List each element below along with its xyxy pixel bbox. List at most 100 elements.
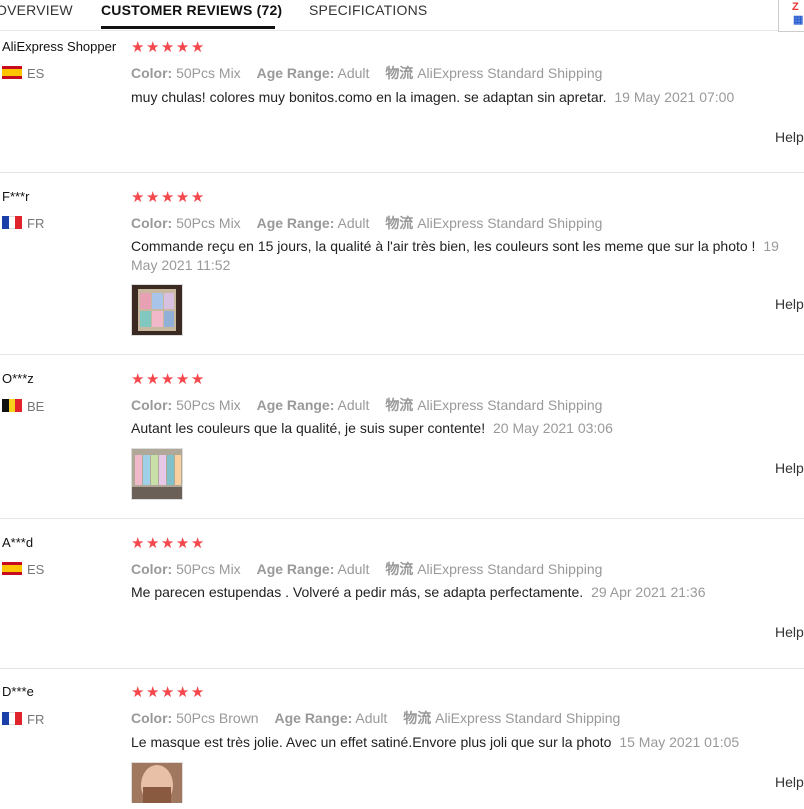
review-photo-image bbox=[132, 763, 182, 803]
star-icon: ★ bbox=[175, 371, 191, 388]
review-photo-thumbnail[interactable] bbox=[131, 762, 183, 803]
shipping-value: AliExpress Standard Shipping bbox=[417, 561, 603, 577]
active-tab-indicator bbox=[101, 26, 275, 29]
shipping-label: 物流 bbox=[403, 710, 432, 726]
star-icon: ★ bbox=[175, 39, 191, 56]
tab-specifications[interactable]: SPECIFICATIONS bbox=[309, 1, 427, 19]
review-body: muy chulas! colores muy bonitos.como en … bbox=[131, 88, 804, 107]
reviewer-country: ES bbox=[27, 562, 45, 577]
review-photo-image bbox=[138, 289, 176, 331]
star-icon: ★ bbox=[190, 535, 206, 552]
age-range-value: Adult bbox=[355, 710, 388, 726]
color-value: 50Pcs Brown bbox=[176, 710, 259, 726]
help-link[interactable]: Help bbox=[775, 460, 804, 476]
reviewer-country: FR bbox=[27, 712, 45, 727]
star-icon: ★ bbox=[160, 189, 176, 206]
shipping-value: AliExpress Standard Shipping bbox=[435, 710, 621, 726]
star-icon: ★ bbox=[160, 535, 176, 552]
star-icon: ★ bbox=[175, 189, 191, 206]
shipping-label: 物流 bbox=[385, 561, 414, 577]
color-value: 50Pcs Mix bbox=[176, 397, 241, 413]
star-icon: ★ bbox=[131, 189, 146, 206]
france-flag-icon bbox=[2, 216, 23, 229]
help-link[interactable]: Help bbox=[775, 129, 804, 145]
review-date: 15 May 2021 01:05 bbox=[619, 734, 740, 750]
star-rating: ★★★★★ bbox=[131, 372, 206, 388]
review-date: 20 May 2021 03:06 bbox=[493, 420, 613, 436]
review-item: A***d ES ★★★★★ Color: 50Pcs Mix Age Rang… bbox=[0, 519, 804, 669]
age-range-value: Adult bbox=[337, 215, 370, 231]
star-icon: ★ bbox=[190, 371, 206, 388]
tab-overview[interactable]: OVERVIEW bbox=[0, 1, 73, 19]
reviewer-name: A***d bbox=[2, 535, 34, 550]
color-label: Color: bbox=[131, 215, 173, 231]
color-label: Color: bbox=[131, 710, 173, 726]
star-icon: ★ bbox=[145, 535, 161, 552]
star-icon: ★ bbox=[131, 371, 146, 388]
star-rating: ★★★★★ bbox=[131, 40, 206, 56]
widget-icon-bottom: ▦ bbox=[793, 14, 804, 26]
age-range-label: Age Range: bbox=[256, 215, 335, 231]
review-photo-image bbox=[132, 449, 182, 499]
shipping-value: AliExpress Standard Shipping bbox=[417, 215, 603, 231]
star-icon: ★ bbox=[145, 39, 161, 56]
star-icon: ★ bbox=[145, 371, 161, 388]
spain-flag-icon bbox=[2, 66, 22, 79]
reviewer-name: D***e bbox=[2, 684, 34, 699]
star-icon: ★ bbox=[175, 684, 191, 701]
color-value: 50Pcs Mix bbox=[176, 215, 241, 231]
review-item: F***r FR ★★★★★ Color: 50Pcs Mix Age Rang… bbox=[0, 173, 804, 355]
review-text: Commande reçu en 15 jours, la qualité à … bbox=[131, 238, 756, 254]
reviewer-name: O***z bbox=[2, 371, 34, 386]
age-range-value: Adult bbox=[337, 561, 370, 577]
review-text: Le masque est très jolie. Avec un effet … bbox=[131, 734, 612, 750]
star-icon: ★ bbox=[175, 535, 191, 552]
age-range-value: Adult bbox=[337, 397, 370, 413]
star-icon: ★ bbox=[131, 684, 146, 701]
tab-customer-reviews[interactable]: CUSTOMER REVIEWS (72) bbox=[101, 1, 282, 19]
color-value: 50Pcs Mix bbox=[176, 561, 241, 577]
help-link[interactable]: Help bbox=[775, 624, 804, 640]
review-text: Me parecen estupendas . Volveré a pedir … bbox=[131, 584, 584, 600]
review-text: muy chulas! colores muy bonitos.como en … bbox=[131, 89, 607, 105]
review-item: D***e FR ★★★★★ Color: 50Pcs Brown Age Ra… bbox=[0, 669, 804, 809]
review-attributes: Color: 50Pcs Mix Age Range: Adult 物流 Ali… bbox=[131, 213, 602, 233]
star-icon: ★ bbox=[190, 39, 206, 56]
belgium-flag-icon bbox=[2, 399, 23, 412]
reviewer-country: BE bbox=[27, 399, 45, 414]
review-body: Autant les couleurs que la qualité, je s… bbox=[131, 419, 804, 438]
review-attributes: Color: 50Pcs Brown Age Range: Adult 物流 A… bbox=[131, 708, 620, 728]
review-date: 29 Apr 2021 21:36 bbox=[591, 584, 706, 600]
review-attributes: Color: 50Pcs Mix Age Range: Adult 物流 Ali… bbox=[131, 395, 602, 415]
star-icon: ★ bbox=[145, 684, 161, 701]
reviewer-name: AliExpress Shopper bbox=[2, 39, 117, 54]
review-attributes: Color: 50Pcs Mix Age Range: Adult 物流 Ali… bbox=[131, 559, 602, 579]
star-icon: ★ bbox=[160, 39, 176, 56]
review-text: Autant les couleurs que la qualité, je s… bbox=[131, 420, 486, 436]
help-link[interactable]: Help bbox=[775, 296, 804, 312]
reviewer-country: FR bbox=[27, 216, 45, 231]
color-label: Color: bbox=[131, 561, 173, 577]
shipping-value: AliExpress Standard Shipping bbox=[417, 397, 603, 413]
star-rating: ★★★★★ bbox=[131, 190, 206, 206]
star-icon: ★ bbox=[131, 535, 146, 552]
star-icon: ★ bbox=[190, 189, 206, 206]
star-icon: ★ bbox=[190, 684, 206, 701]
star-rating: ★★★★★ bbox=[131, 536, 206, 552]
review-body: Le masque est très jolie. Avec un effet … bbox=[131, 733, 804, 752]
age-range-label: Age Range: bbox=[256, 561, 335, 577]
review-photo-thumbnail[interactable] bbox=[131, 284, 183, 336]
star-rating: ★★★★★ bbox=[131, 685, 206, 701]
review-attributes: Color: 50Pcs Mix Age Range: Adult 物流 Ali… bbox=[131, 63, 602, 83]
floating-widget[interactable]: Z ▦ bbox=[778, 0, 804, 32]
review-item: O***z BE ★★★★★ Color: 50Pcs Mix Age Rang… bbox=[0, 355, 804, 519]
age-range-label: Age Range: bbox=[256, 397, 335, 413]
review-body: Commande reçu en 15 jours, la qualité à … bbox=[131, 237, 804, 275]
help-link[interactable]: Help bbox=[775, 774, 804, 790]
reviewer-name: F***r bbox=[2, 189, 30, 204]
shipping-label: 物流 bbox=[385, 215, 414, 231]
france-flag-icon bbox=[2, 712, 23, 725]
shipping-value: AliExpress Standard Shipping bbox=[417, 65, 603, 81]
review-photo-thumbnail[interactable] bbox=[131, 448, 183, 500]
color-label: Color: bbox=[131, 397, 173, 413]
